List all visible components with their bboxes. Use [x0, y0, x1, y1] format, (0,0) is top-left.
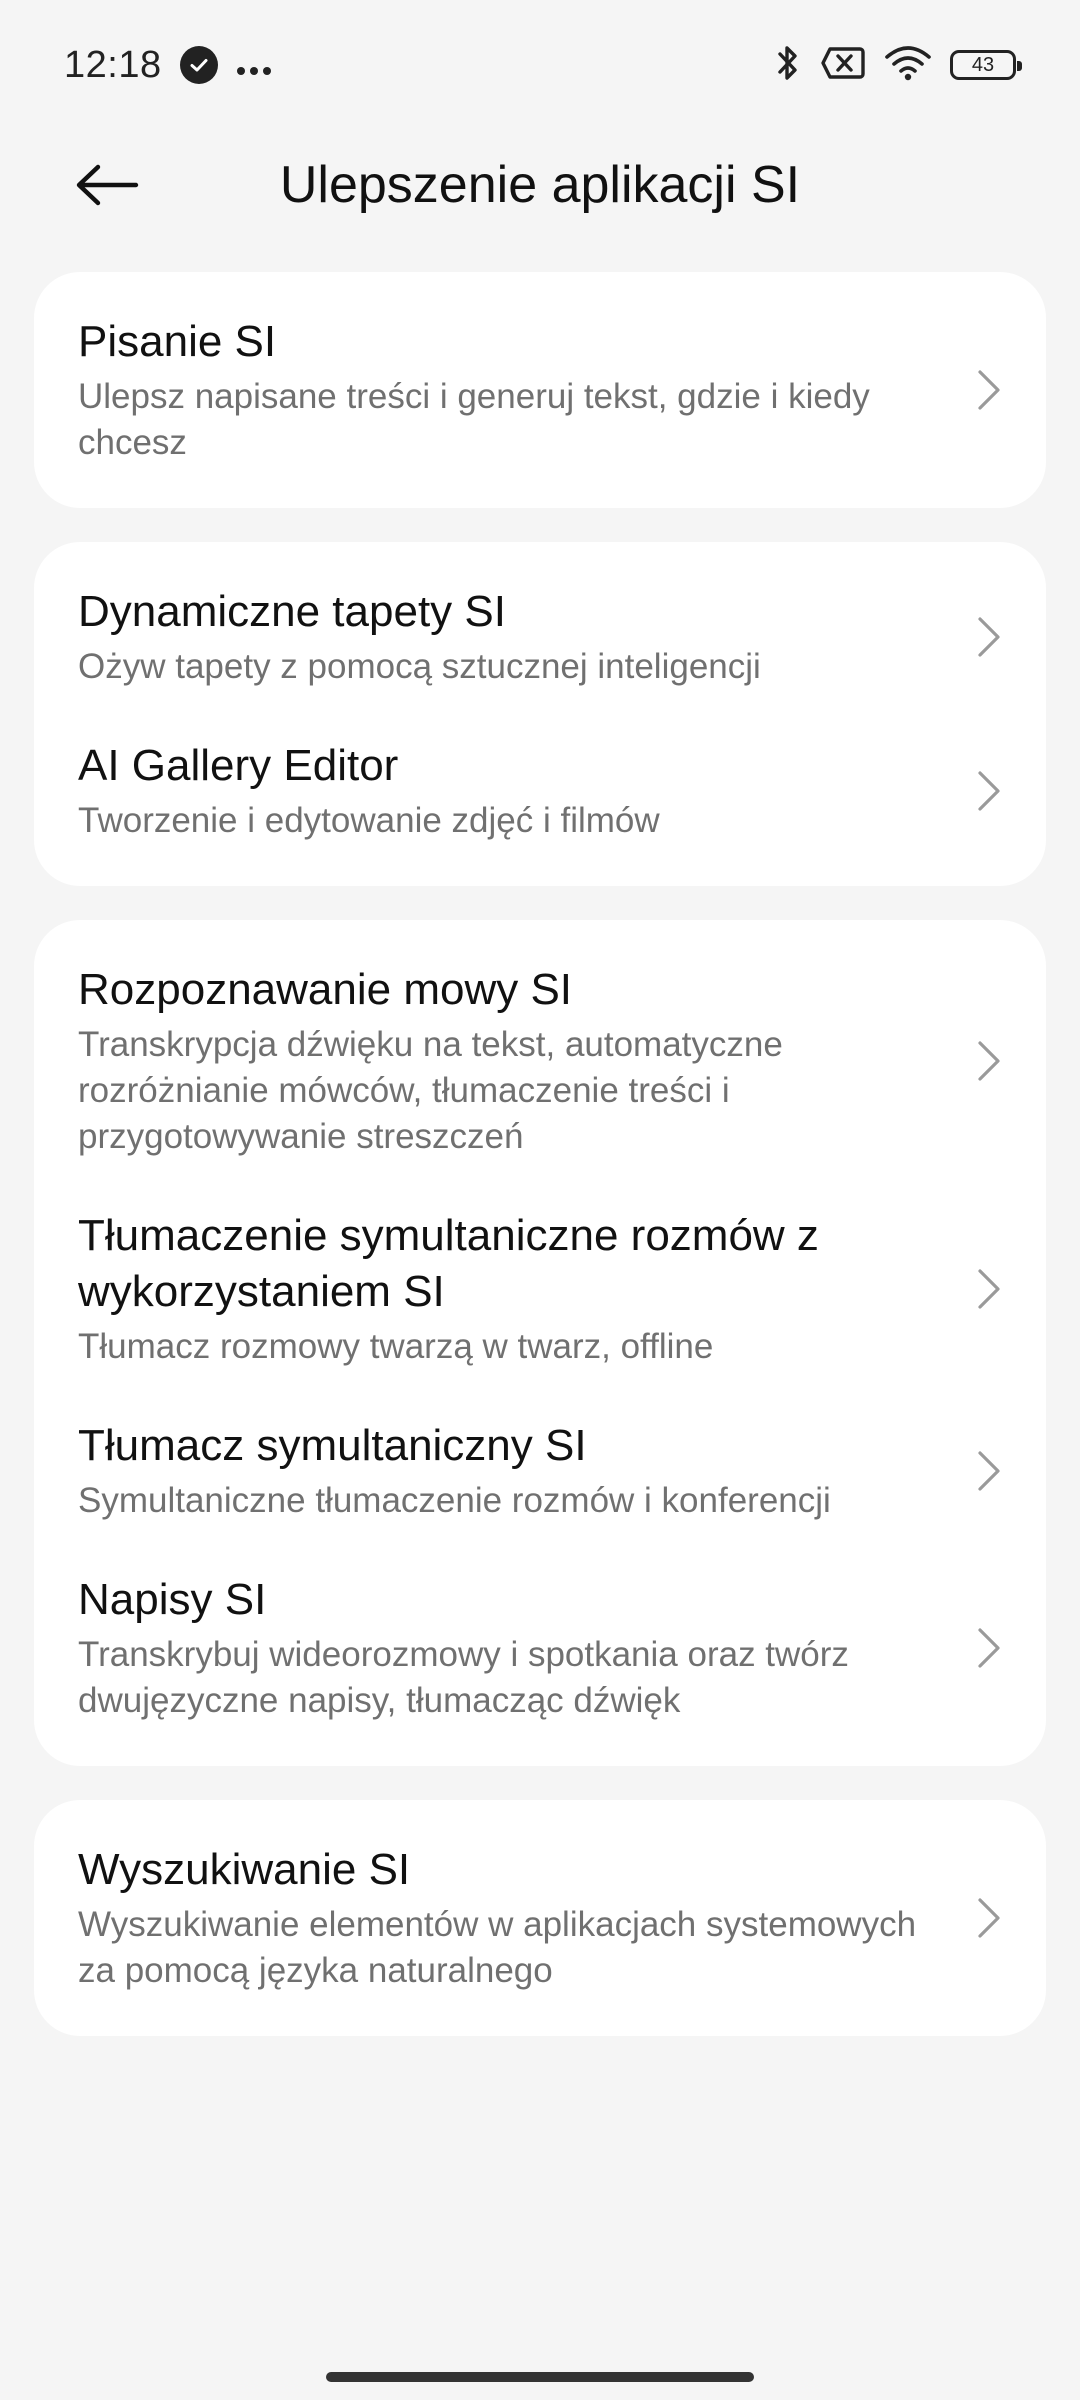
- settings-item-simultaneous-interpreter[interactable]: Tłumacz symultaniczny SI Symultaniczne t…: [34, 1394, 1046, 1548]
- settings-item-dynamic-wallpapers[interactable]: Dynamiczne tapety SI Ożyw tapety z pomoc…: [34, 560, 1046, 714]
- no-sim-icon: [820, 46, 866, 85]
- back-button[interactable]: [62, 150, 152, 220]
- chevron-right-icon: [974, 769, 1004, 813]
- home-indicator[interactable]: [326, 2372, 754, 2382]
- settings-item-ai-search[interactable]: Wyszukiwanie SI Wyszukiwanie elementów w…: [34, 1818, 1046, 2018]
- item-subtitle: Tworzenie i edytowanie zdjęć i filmów: [78, 801, 660, 840]
- chevron-right-icon: [974, 1039, 1004, 1083]
- status-bar: 12:18 43: [0, 0, 1080, 130]
- chevron-right-icon: [974, 1449, 1004, 1493]
- item-subtitle: Tłumacz rozmowy twarzą w twarz, offline: [78, 1327, 714, 1366]
- settings-card-search: Wyszukiwanie SI Wyszukiwanie elementów w…: [34, 1800, 1046, 2036]
- item-subtitle: Ożyw tapety z pomocą sztucznej inteligen…: [78, 647, 761, 686]
- check-circle-icon: [179, 46, 218, 84]
- item-title: AI Gallery Editor: [78, 741, 399, 790]
- item-title: Tłumacz symultaniczny SI: [78, 1421, 587, 1470]
- chevron-right-icon: [974, 1626, 1004, 1670]
- item-subtitle: Ulepsz napisane treści i generuj tekst, …: [78, 377, 870, 462]
- wifi-icon: [884, 45, 932, 86]
- battery-icon: 43: [950, 50, 1022, 80]
- chevron-right-icon: [974, 368, 1004, 412]
- battery-level: 43: [971, 54, 995, 76]
- chevron-right-icon: [974, 615, 1004, 659]
- bluetooth-icon: [774, 43, 802, 88]
- more-dots-icon: [236, 48, 272, 82]
- item-subtitle: Transkrypcja dźwięku na tekst, automatyc…: [78, 1025, 783, 1156]
- item-subtitle: Wyszukiwanie elementów w aplikacjach sys…: [78, 1905, 917, 1990]
- item-title: Rozpoznawanie mowy SI: [78, 965, 573, 1014]
- settings-screen: 12:18 43 Ulepszenie aplikacji SI Pisanie…: [0, 0, 1080, 2400]
- settings-card-visual: Dynamiczne tapety SI Ożyw tapety z pomoc…: [34, 542, 1046, 886]
- status-right: 43: [774, 43, 1022, 88]
- item-subtitle: Symultaniczne tłumaczenie rozmów i konfe…: [78, 1481, 831, 1520]
- item-title: Napisy SI: [78, 1575, 267, 1624]
- item-title: Pisanie SI: [78, 317, 277, 366]
- item-subtitle: Transkrybuj wideorozmowy i spotkania ora…: [78, 1635, 849, 1720]
- settings-card-speech: Rozpoznawanie mowy SI Transkrypcja dźwię…: [34, 920, 1046, 1766]
- settings-item-ai-writing[interactable]: Pisanie SI Ulepsz napisane treści i gene…: [34, 290, 1046, 490]
- chevron-right-icon: [974, 1896, 1004, 1940]
- item-title: Wyszukiwanie SI: [78, 1845, 411, 1894]
- chevron-right-icon: [974, 1267, 1004, 1311]
- settings-item-ai-subtitles[interactable]: Napisy SI Transkrybuj wideorozmowy i spo…: [34, 1548, 1046, 1748]
- settings-item-gallery-editor[interactable]: AI Gallery Editor Tworzenie i edytowanie…: [34, 714, 1046, 868]
- status-time: 12:18: [64, 43, 162, 86]
- item-title: Tłumaczenie symultaniczne rozmów z wykor…: [78, 1211, 819, 1316]
- page-title: Ulepszenie aplikacji SI: [279, 156, 801, 214]
- settings-item-speech-recognition[interactable]: Rozpoznawanie mowy SI Transkrypcja dźwię…: [34, 938, 1046, 1184]
- status-left: 12:18: [64, 44, 272, 87]
- settings-list: Pisanie SI Ulepsz napisane treści i gene…: [34, 272, 1046, 2036]
- item-title: Dynamiczne tapety SI: [78, 587, 506, 636]
- arrow-left-icon: [76, 164, 139, 206]
- app-header: Ulepszenie aplikacji SI: [0, 130, 1080, 240]
- settings-card-writing: Pisanie SI Ulepsz napisane treści i gene…: [34, 272, 1046, 508]
- settings-item-conversation-translation[interactable]: Tłumaczenie symultaniczne rozmów z wykor…: [34, 1184, 1046, 1394]
